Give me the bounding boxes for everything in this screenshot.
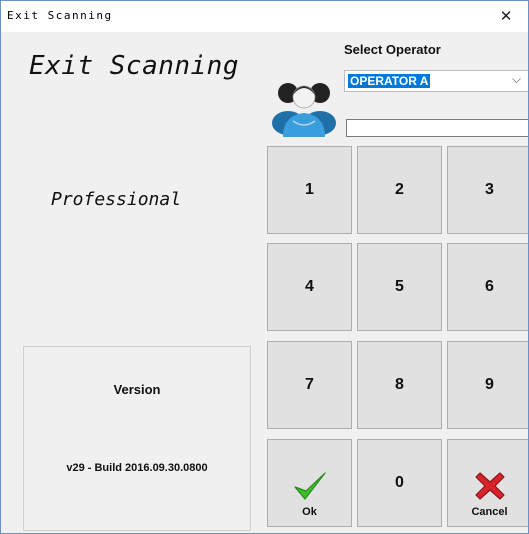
close-button[interactable]: ✕ [484,1,528,31]
chevron-down-icon: ⌵ [511,72,521,86]
cancel-label: Cancel [471,506,508,518]
select-operator-label: Select Operator [344,42,441,57]
key-3[interactable]: 3 [447,146,528,234]
title-bar: Exit Scanning ✕ [1,1,528,32]
key-8[interactable]: 8 [357,341,442,429]
app-window: Exit Scanning ✕ Exit Scanning Profession… [0,0,529,534]
edition-label: Professional [51,189,182,210]
key-1[interactable]: 1 [267,146,352,234]
key-7[interactable]: 7 [267,341,352,429]
operator-selected-value: OPERATOR A [348,74,431,88]
key-5[interactable]: 5 [357,243,442,331]
x-icon [474,472,505,500]
key-4[interactable]: 4 [267,243,352,331]
ok-label: Ok [302,506,317,518]
key-6[interactable]: 6 [447,243,528,331]
key-0[interactable]: 0 [357,439,442,527]
operator-select[interactable]: OPERATOR A ⌵ [344,70,528,92]
version-label: Version [113,382,161,397]
operator-code-input[interactable] [346,119,528,137]
checkmark-icon [293,472,326,500]
key-2[interactable]: 2 [357,146,442,234]
version-panel: Version v29 - Build 2016.09.30.0800 [23,346,251,531]
operators-icon [272,83,336,137]
build-label: v29 - Build 2016.09.30.0800 [66,462,208,474]
ok-button[interactable]: Ok [267,439,352,527]
key-9[interactable]: 9 [447,341,528,429]
window-title: Exit Scanning [7,9,113,22]
app-title: Exit Scanning [29,51,239,81]
cancel-button[interactable]: Cancel [447,439,528,527]
close-icon: ✕ [499,7,513,25]
